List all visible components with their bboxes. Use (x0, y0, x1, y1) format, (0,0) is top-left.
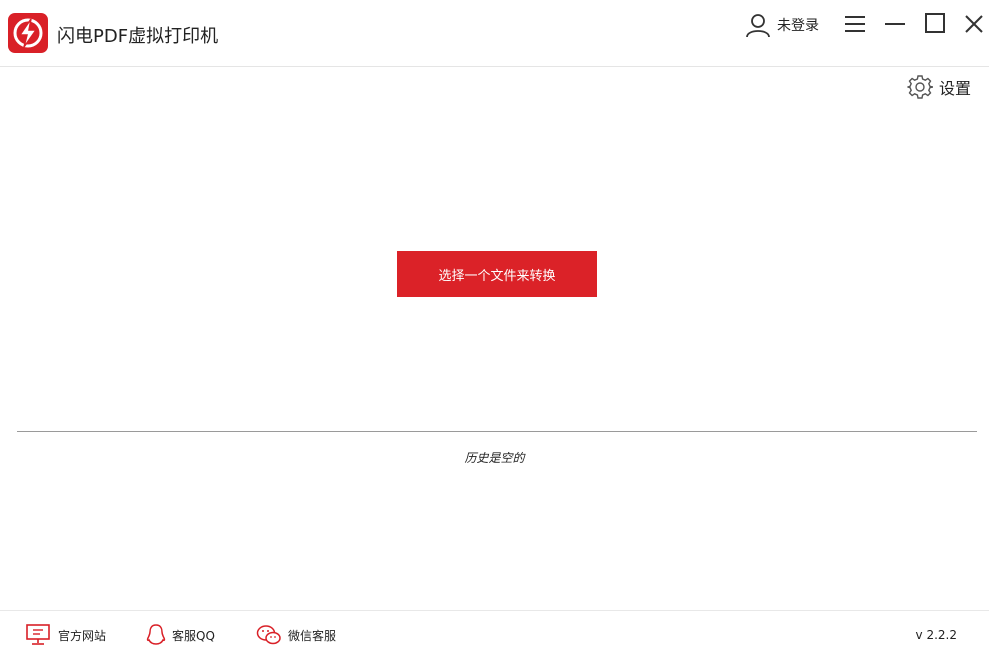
app-title: 闪电PDF虚拟打印机 (57, 26, 219, 47)
app-logo (8, 13, 48, 53)
login-button[interactable]: 未登录 (745, 11, 819, 39)
footer-link-qq[interactable]: 客服QQ (146, 623, 215, 647)
history-divider (17, 431, 977, 432)
hamburger-menu-icon (845, 16, 865, 32)
settings-label: 设置 (939, 79, 972, 98)
close-icon (965, 15, 983, 33)
user-icon (746, 14, 770, 38)
monitor-icon (26, 624, 50, 645)
footer-link-website[interactable]: 官方网站 (26, 623, 106, 647)
title-bar: 闪电PDF虚拟打印机 未登录 (0, 0, 989, 67)
wechat-icon (256, 625, 281, 645)
qq-penguin-icon (146, 624, 166, 645)
footer-link-wechat[interactable]: 微信客服 (256, 623, 336, 647)
minimize-icon (885, 23, 905, 25)
maximize-icon (925, 13, 945, 33)
menu-button[interactable] (842, 10, 870, 38)
minimize-button[interactable] (882, 10, 910, 38)
footer-link-label: 客服QQ (172, 628, 215, 643)
select-file-button[interactable]: 选择一个文件来转换 (397, 251, 597, 297)
history-empty-text: 历史是空的 (464, 451, 525, 465)
footer: 官方网站 客服QQ 微信客服 v 2.2.2 (0, 610, 989, 653)
maximize-button[interactable] (922, 10, 950, 38)
login-status-label: 未登录 (777, 18, 819, 34)
settings-button[interactable]: 设置 (907, 73, 971, 101)
version-label: v 2.2.2 (915, 628, 957, 642)
close-button[interactable] (960, 10, 988, 38)
footer-link-label: 官方网站 (58, 628, 107, 643)
lightning-bolt-icon (13, 18, 43, 48)
footer-link-label: 微信客服 (288, 628, 337, 643)
gear-icon (907, 75, 933, 99)
